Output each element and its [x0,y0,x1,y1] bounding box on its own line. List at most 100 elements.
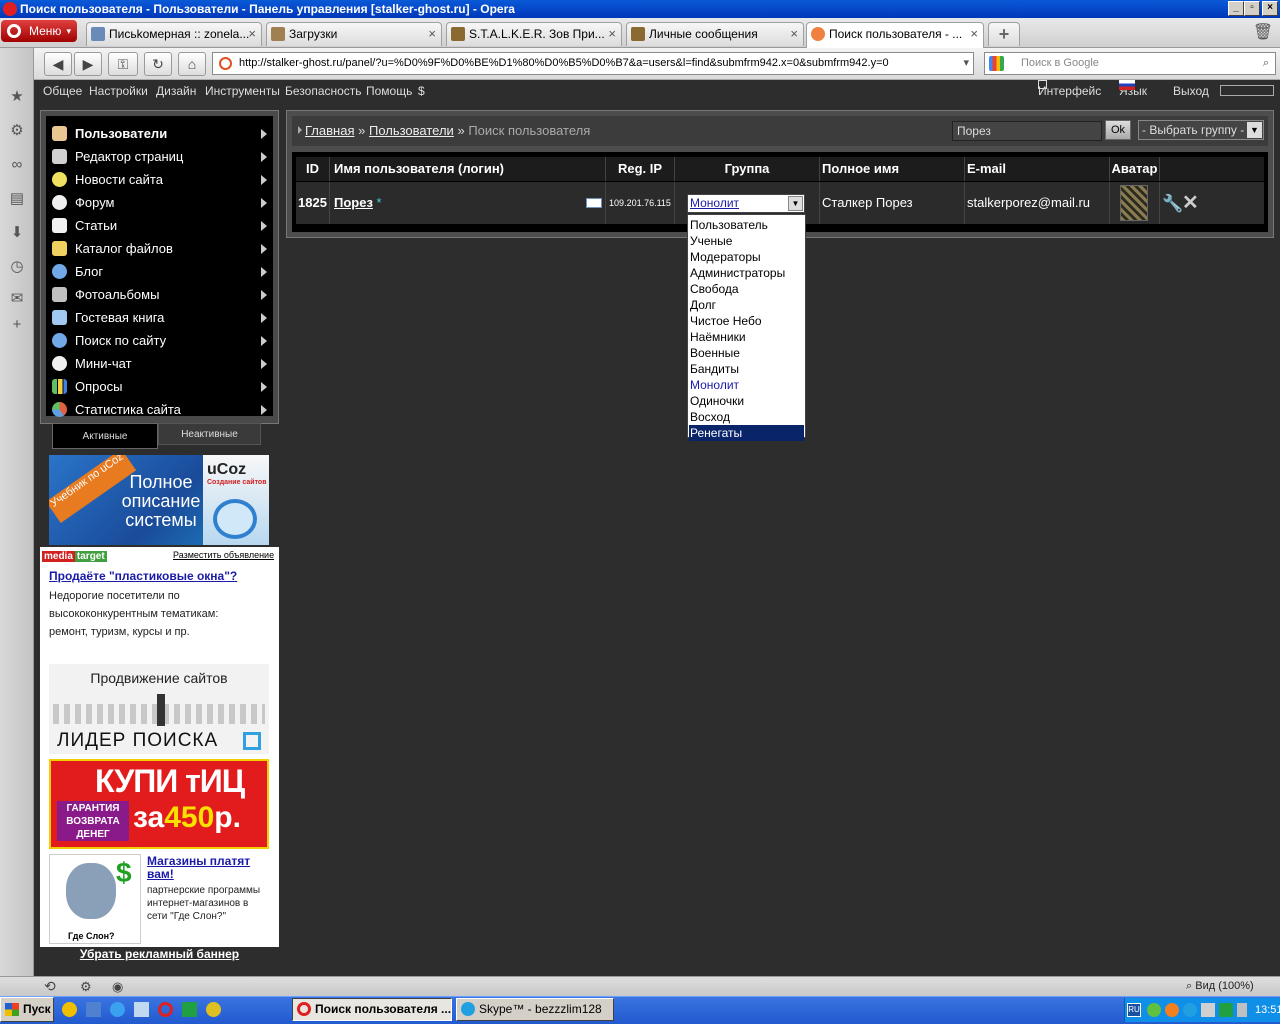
menu-design[interactable]: Дизайн [156,80,196,102]
desktop-icon[interactable] [134,1002,149,1017]
group-select[interactable]: Монолит ▼ [687,194,805,213]
group-option[interactable]: Наёмники [689,329,804,345]
ad-headline-link[interactable]: Продаёте "пластиковые окна"? [49,569,237,583]
user-search-input[interactable]: Порез [952,121,1102,141]
group-option[interactable]: Администраторы [689,265,804,281]
icq-icon[interactable] [182,1002,197,1017]
bookmarks-icon[interactable]: ★ [8,88,26,106]
unite-icon[interactable]: ∞ [8,156,26,174]
nav-photos[interactable]: Фотоальбомы [46,283,273,306]
close-window-button[interactable]: × [1262,1,1278,16]
chevron-down-icon[interactable]: ▼ [788,196,803,211]
trash-icon[interactable]: 🗑 [1252,22,1274,44]
language-indicator[interactable]: RU [1127,1003,1141,1017]
group-option[interactable]: Военные [689,345,804,361]
search-field[interactable]: Поиск в Google ⌕ [984,52,1276,75]
slon-ad-link[interactable]: Магазины платят вам! [147,855,271,881]
col-header-group[interactable]: Группа [675,157,820,181]
app-icon[interactable] [206,1002,221,1017]
taskbar-skype-window[interactable]: Skype™ - bezzzlim128 [456,998,614,1021]
skype-tray-icon[interactable] [1183,1003,1197,1017]
browser-tab[interactable]: S.T.A.L.K.E.R. Зов При... × [446,22,622,46]
browser-tab-active[interactable]: Поиск пользователя - ... × [806,22,984,48]
menu-security[interactable]: Безопасность [285,80,362,102]
home-button[interactable]: ⌂ [178,52,206,76]
user-login-link[interactable]: Порез [334,195,373,210]
mail-icon[interactable]: ✉ [8,290,26,308]
close-tab-icon[interactable]: × [248,23,256,45]
nav-polls[interactable]: Опросы [46,375,273,398]
opera-menu-button[interactable]: Меню ▾ [1,20,77,42]
group-option[interactable]: Свобода [689,281,804,297]
tic-ad-banner[interactable]: КУПИ тИЦ ГАРАНТИЯ ВОЗВРАТА ДЕНЕГ за450р. [49,759,269,849]
menu-tools[interactable]: Инструменты [205,80,280,102]
nav-news[interactable]: Новости сайта [46,168,273,191]
menu-settings[interactable]: Настройки [89,80,148,102]
ie-icon[interactable] [110,1002,125,1017]
save-icon[interactable] [86,1002,101,1017]
history-icon[interactable]: ◷ [8,258,26,276]
nav-forum[interactable]: Форум [46,191,273,214]
close-tab-icon[interactable]: × [428,23,436,45]
address-field[interactable]: http://stalker-ghost.ru/panel/?u=%D0%9F%… [212,52,974,75]
group-option[interactable]: Долг [689,297,804,313]
width-slider[interactable] [1220,85,1274,96]
group-option[interactable]: Бандиты [689,361,804,377]
menu-dollar[interactable]: $ [418,80,425,102]
zoom-control[interactable]: ⌕ Вид (100%) [1186,977,1254,996]
avatar[interactable] [1120,185,1148,221]
start-button[interactable]: Пуск [0,997,54,1022]
app-icon[interactable] [62,1002,77,1017]
ucoz-ad-banner[interactable]: Учебник по uCoz Полное описание системы … [49,455,269,545]
browser-tab[interactable]: Личные сообщения × [626,22,804,46]
edit-wrench-icon[interactable]: 🔧 [1162,183,1183,225]
key-icon[interactable]: ⚿ [108,52,138,76]
maximize-button[interactable]: ▫ [1244,1,1260,16]
opera-icon[interactable] [158,1002,173,1017]
close-tab-icon[interactable]: × [790,23,798,45]
tab-active-modules[interactable]: Активные [52,423,158,449]
reload-button[interactable]: ↻ [144,52,172,76]
nav-guestbook[interactable]: Гостевая книга [46,306,273,329]
col-header-login[interactable]: Имя пользователя (логин) [330,157,606,181]
nav-users[interactable]: Пользователи [46,122,273,145]
tray-app-icon[interactable] [1147,1003,1161,1017]
col-header-email[interactable]: E-mail [965,157,1110,181]
close-tab-icon[interactable]: × [608,23,616,45]
nav-search[interactable]: Поиск по сайту [46,329,273,352]
nav-stats[interactable]: Статистика сайта [46,398,273,421]
nav-blog[interactable]: Блог [46,260,273,283]
delete-icon[interactable]: ✕ [1182,182,1199,224]
lider-ad-banner[interactable]: Продвижение сайтов ЛИДЕР ПОИСКА [49,664,269,754]
group-option[interactable]: Монолит [689,377,804,393]
col-header-id[interactable]: ID [296,157,330,181]
menu-general[interactable]: Общее [43,80,82,102]
message-icon[interactable] [586,198,602,208]
group-option[interactable]: Ренегаты [689,425,804,441]
sync-icon[interactable]: ⟲ [44,977,56,996]
tray-app-icon[interactable] [1165,1003,1179,1017]
group-option[interactable]: Одиночки [689,393,804,409]
place-ad-link[interactable]: Разместить объявление [173,550,274,560]
menu-help[interactable]: Помощь [366,80,412,102]
breadcrumb-home-link[interactable]: Главная [305,123,354,138]
tray-app-icon[interactable] [1219,1003,1233,1017]
nav-page-editor[interactable]: Редактор страниц [46,145,273,168]
widgets-icon[interactable]: ⚙ [8,122,26,140]
search-icon[interactable]: ⌕ [1263,53,1269,74]
downloads-panel-icon[interactable]: ⬇ [8,224,26,242]
group-option[interactable]: Чистое Небо [689,313,804,329]
browser-tab[interactable]: Письkомерная :: zonela... × [86,22,262,46]
turbo-icon[interactable]: ⚙ [80,977,92,996]
notes-icon[interactable]: ▤ [8,190,26,208]
new-tab-button[interactable]: + [988,22,1020,46]
back-button[interactable]: ◀ [44,52,72,76]
slon-ad-image[interactable]: $ Где Слон? [49,854,141,944]
logout-link[interactable]: Выход [1173,80,1209,102]
nav-articles[interactable]: Статьи [46,214,273,237]
taskbar-opera-window[interactable]: Поиск пользователя ... [292,998,452,1021]
breadcrumb-users-link[interactable]: Пользователи [369,123,454,138]
add-panel-icon[interactable]: + [8,316,26,334]
volume-icon[interactable] [1237,1003,1247,1017]
group-option[interactable]: Восход [689,409,804,425]
